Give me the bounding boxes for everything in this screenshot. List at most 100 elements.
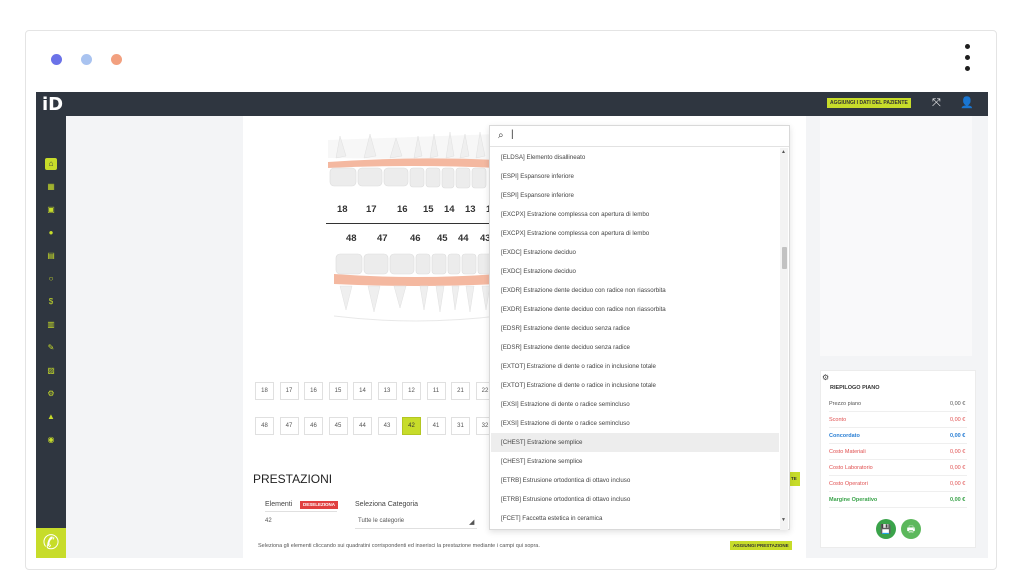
summary-divider xyxy=(829,491,967,492)
dropdown-option[interactable]: [ETRB] Estrusione ortodontica di ottavo … xyxy=(501,477,630,484)
upper-arch-line xyxy=(326,223,498,224)
add-patient-data-button[interactable]: AGGIUNGI I DATI DEL PAZIENTE xyxy=(827,98,911,108)
dropdown-option[interactable]: [EXCPX] Estrazione complessa con apertur… xyxy=(501,230,649,237)
dollar-icon[interactable]: $ xyxy=(45,296,57,308)
tooth-select-box-14[interactable]: 14 xyxy=(353,382,372,400)
select-arrow-icon[interactable]: ◢ xyxy=(469,518,474,526)
user-icon[interactable]: ● xyxy=(45,227,57,239)
dropdown-option[interactable]: [CHEST] Estrazione semplice xyxy=(501,458,583,465)
dropdown-option[interactable]: [ELDSA] Elemento disallineato xyxy=(501,154,585,161)
dropdown-option[interactable]: [EXSI] Estrazione di dente o radice semi… xyxy=(501,420,630,427)
window-dot-orange xyxy=(111,54,122,65)
wrench-icon[interactable]: ✎ xyxy=(45,342,57,354)
summary-label: Prezzo piano xyxy=(829,401,862,407)
lower-teeth-illustration xyxy=(334,253,498,322)
lock-icon[interactable]: ▲ xyxy=(45,411,57,423)
summary-label: Sconto xyxy=(829,417,847,423)
dropdown-option[interactable]: [ETRB] Estrusione ortodontica di ottavo … xyxy=(501,496,630,503)
category-select[interactable]: Tutte le categorie xyxy=(358,518,404,524)
categoria-underline xyxy=(355,528,477,529)
tooth-select-box-16[interactable]: 16 xyxy=(304,382,323,400)
settings-icon[interactable]: ⚙ xyxy=(822,373,829,382)
summary-value: 0,00 € xyxy=(950,497,966,503)
dropdown-option[interactable]: [FCET] Faccetta estetica in ceramica xyxy=(501,515,602,522)
dropdown-option[interactable]: [EXSI] Estrazione di dente o radice semi… xyxy=(501,401,630,408)
tooth-select-box-12[interactable]: 12 xyxy=(402,382,421,400)
dropdown-option[interactable]: [ESPI] Espansore inferiore xyxy=(501,192,574,199)
upper-tooth-number: 13 xyxy=(465,204,476,215)
prestazioni-title: PRESTAZIONI xyxy=(253,472,333,486)
tooth-select-box-18[interactable]: 18 xyxy=(255,382,274,400)
print-button[interactable]: 🖶 xyxy=(901,519,921,539)
dropdown-option[interactable]: [EXDR] Estrazione dente deciduo con radi… xyxy=(501,287,666,294)
add-prestazione-button[interactable]: AGGIUNGI PRESTAZIONE xyxy=(730,541,792,550)
tooth-select-box-45[interactable]: 45 xyxy=(328,417,348,435)
instructions-text: Seleziona gli elementi cliccando sui qua… xyxy=(258,543,540,549)
file-icon[interactable]: ▥ xyxy=(45,319,57,331)
deselect-button[interactable]: DESELEZIONA xyxy=(300,501,339,509)
tooth-select-box-42[interactable]: 42 xyxy=(402,417,421,435)
upper-tooth-number: 16 xyxy=(397,204,408,215)
dropdown-option[interactable]: [EDSR] Estrazione dente deciduo senza ra… xyxy=(501,325,630,332)
gear-icon[interactable]: ⚙ xyxy=(45,388,57,400)
phone-icon[interactable]: ✆ xyxy=(36,528,66,558)
dropdown-search-input[interactable]: ⌕ | xyxy=(490,126,789,147)
elementi-underline xyxy=(265,511,337,512)
document-icon[interactable]: ▤ xyxy=(45,250,57,262)
lower-tooth-number: 45 xyxy=(437,233,448,244)
dropdown-option[interactable]: [EXDR] Estrazione dente deciduo con radi… xyxy=(501,306,666,313)
summary-divider xyxy=(829,411,967,412)
tooth-select-box-48[interactable]: 48 xyxy=(255,417,274,435)
upper-tooth-number: 14 xyxy=(444,204,455,215)
tooth-select-box-13[interactable]: 13 xyxy=(377,382,397,400)
app-logo[interactable]: iD xyxy=(42,96,63,114)
riepilogo-title: RIEPILOGO PIANO xyxy=(830,385,880,391)
dropdown-option[interactable]: [EXDC] Estrazione deciduo xyxy=(501,268,576,275)
save-button[interactable]: 💾 xyxy=(876,519,896,539)
summary-label: Costo Laboratorio xyxy=(829,465,873,471)
dropdown-option[interactable]: [CHEST] Estrazione semplice xyxy=(501,439,583,446)
dropdown-option[interactable]: [EXCPX] Estrazione complessa con apertur… xyxy=(501,211,649,218)
tooth-select-box-44[interactable]: 44 xyxy=(353,417,372,435)
summary-divider xyxy=(829,475,967,476)
calendar-icon[interactable]: ▦ xyxy=(45,181,57,193)
upper-tooth-number: 18 xyxy=(337,204,348,215)
lower-tooth-number: 44 xyxy=(458,233,469,244)
user-profile-icon[interactable]: 👤 xyxy=(960,97,974,109)
tooth-select-box-31[interactable]: 31 xyxy=(451,417,470,435)
tooth-select-box-46[interactable]: 46 xyxy=(304,417,323,435)
tooth-select-box-21[interactable]: 21 xyxy=(451,382,470,400)
power-icon[interactable]: ◉ xyxy=(45,434,57,446)
elementi-value[interactable]: 42 xyxy=(265,518,272,524)
scroll-up-arrow-icon[interactable]: ▲ xyxy=(781,149,786,155)
summary-label: Concordato xyxy=(829,433,860,439)
summary-value: 0,00 € xyxy=(950,449,966,455)
dropdown-option[interactable]: [EXTOT] Estrazione di dente o radice in … xyxy=(501,363,656,370)
kebab-menu-icon[interactable] xyxy=(965,44,971,77)
image-icon[interactable]: ▨ xyxy=(45,365,57,377)
dropdown-option[interactable]: [EXTOT] Estrazione di dente o radice in … xyxy=(501,382,656,389)
tooth-select-box-11[interactable]: 11 xyxy=(426,382,446,400)
home-icon[interactable]: ⌂ xyxy=(45,158,57,170)
circle-icon[interactable]: ○ xyxy=(45,273,57,285)
fullscreen-icon[interactable]: ⤧ xyxy=(932,97,941,109)
tooth-select-box-43[interactable]: 43 xyxy=(377,417,397,435)
tooth-select-box-17[interactable]: 17 xyxy=(279,382,299,400)
tooth-select-box-47[interactable]: 47 xyxy=(279,417,299,435)
elementi-label: Elementi xyxy=(265,501,293,508)
summary-divider xyxy=(829,443,967,444)
tooth-select-box-41[interactable]: 41 xyxy=(426,417,446,435)
search-icon: ⌕ xyxy=(498,130,504,141)
summary-value: 0,00 € xyxy=(950,433,966,439)
dropdown-option[interactable]: [ESPI] Espansore inferiore xyxy=(501,173,574,180)
patient-icon[interactable]: ▣ xyxy=(45,204,57,216)
scroll-down-arrow-icon[interactable]: ▼ xyxy=(781,517,786,523)
dropdown-scroll-thumb[interactable] xyxy=(782,247,787,269)
categoria-label: Seleziona Categoria xyxy=(355,501,419,508)
summary-divider xyxy=(829,459,967,460)
dropdown-scrollbar[interactable] xyxy=(780,148,788,530)
tooth-select-box-15[interactable]: 15 xyxy=(328,382,348,400)
dropdown-option[interactable]: [EDSR] Estrazione dente deciduo senza ra… xyxy=(501,344,630,351)
summary-label: Margine Operativo xyxy=(829,497,878,503)
dropdown-option[interactable]: [EXDC] Estrazione deciduo xyxy=(501,249,576,256)
